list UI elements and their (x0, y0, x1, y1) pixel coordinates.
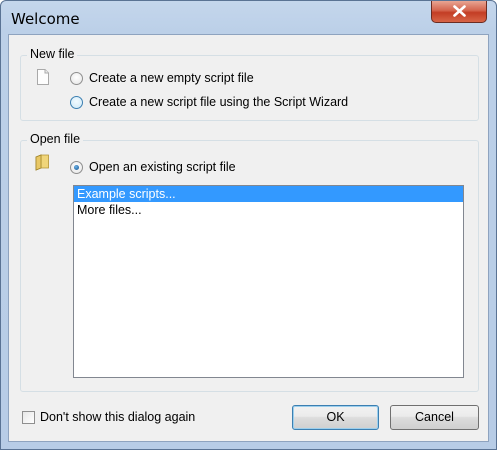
script-wizard-option[interactable]: Create a new script file using the Scrip… (70, 94, 348, 110)
new-empty-script-label: Create a new empty script file (89, 71, 254, 85)
folder-icon (35, 154, 49, 171)
list-item-more-files[interactable]: More files... (74, 202, 463, 218)
welcome-dialog: Welcome New file Create a new empty scri… (0, 0, 497, 450)
cancel-button[interactable]: Cancel (390, 405, 479, 430)
file-list[interactable]: Example scripts... More files... (73, 185, 464, 378)
script-wizard-label: Create a new script file using the Scrip… (89, 95, 349, 109)
list-item-example-scripts[interactable]: Example scripts... (74, 186, 463, 202)
document-icon (37, 69, 49, 85)
open-file-legend: Open file (27, 132, 84, 146)
open-existing-label: Open an existing script file (89, 160, 236, 174)
open-existing-option[interactable]: Open an existing script file (70, 159, 236, 175)
dont-show-checkbox[interactable] (22, 410, 35, 424)
new-empty-script-radio[interactable] (70, 71, 83, 85)
new-empty-script-option[interactable]: Create a new empty script file (70, 70, 254, 86)
close-icon (453, 5, 466, 17)
new-file-legend: New file (27, 47, 78, 61)
script-wizard-radio[interactable] (70, 95, 83, 109)
close-button[interactable] (431, 1, 487, 23)
open-existing-radio[interactable] (70, 160, 83, 174)
dialog-title: Welcome (11, 10, 80, 28)
title-bar[interactable]: Welcome (1, 1, 496, 35)
ok-button[interactable]: OK (292, 405, 379, 430)
dont-show-option[interactable]: Don't show this dialog again (22, 409, 195, 425)
dialog-body: New file Create a new empty script file … (8, 34, 489, 442)
dont-show-label: Don't show this dialog again (40, 410, 196, 424)
new-file-group: New file (20, 47, 479, 121)
